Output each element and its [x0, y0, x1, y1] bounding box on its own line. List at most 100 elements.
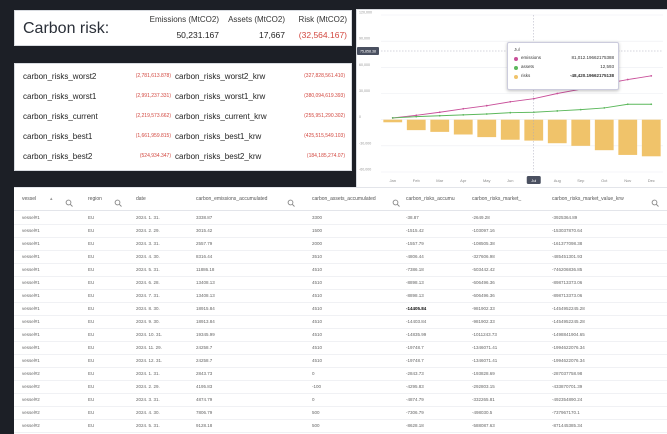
table-row[interactable]: vessel#2 EU 2024. 5. 31. 9128.18 500 -8628.18…: [14, 419, 667, 433]
assets-point: [579, 108, 582, 111]
table-cell: vessel#1: [22, 267, 40, 272]
table-cell: vessel#1: [22, 358, 40, 363]
table-cell: 4510: [312, 332, 323, 337]
table-header: vessel ▴ region date carbon_emissions_ac…: [14, 188, 667, 211]
table-cell: -606496.36: [472, 280, 495, 285]
search-icon[interactable]: [114, 194, 122, 207]
risk-bar: [594, 119, 614, 151]
table-cell: -898713373.06: [552, 280, 583, 285]
table-row[interactable]: vessel#2 EU 2024. 4. 30. 7806.79 500 -7306.79…: [14, 406, 667, 420]
table-cell: 4510: [312, 319, 323, 324]
table-row[interactable]: vessel#1 EU 2024. 6. 28. 13408.13 4510 -8898.…: [14, 276, 667, 290]
risk-krw-name: carbon_risks_worst2_krw: [175, 72, 266, 81]
assets-header: Assets (MtCO2): [228, 15, 285, 24]
carbon-chart-panel[interactable]: 120,000 90,000 60,000 30,000 0 -30,000 -60,000…: [356, 9, 667, 189]
tooltip-series-name: risks: [521, 73, 531, 78]
table-cell: 2024. 6. 28.: [136, 280, 160, 285]
table-cell: -485451301.93: [552, 254, 583, 259]
table-cell: -292803.15: [472, 384, 495, 389]
search-icon[interactable]: [287, 194, 295, 207]
column-header-date[interactable]: date: [136, 196, 146, 202]
table-cell: 2024. 3. 31.: [136, 397, 160, 402]
table-cell: 2024. 2. 29.: [136, 228, 160, 233]
y-tick-label: 120,000: [359, 11, 372, 15]
table-cell: -7306.79: [406, 410, 424, 415]
table-cell: 2024. 2. 29.: [136, 384, 160, 389]
risk-krw-value: (255,951,290.302): [304, 113, 345, 119]
table-cell: vessel#1: [22, 345, 40, 350]
table-cell: -14403.84: [406, 319, 427, 324]
search-icon[interactable]: [651, 194, 659, 207]
table-cell: 2024. 4. 30.: [136, 410, 160, 415]
y-tick-label: -60,000: [359, 168, 371, 172]
table-row[interactable]: vessel#1 EU 2024. 8. 30. 18915.84 4510 -14405…: [14, 302, 667, 316]
table-row[interactable]: vessel#1 EU 2024. 11. 29. 24258.7 4510 -19748…: [14, 341, 667, 355]
table-cell: 2024. 12. 31.: [136, 358, 163, 363]
table-row[interactable]: vessel#1 EU 2024. 10. 31. 19345.99 4510 -1483…: [14, 328, 667, 342]
table-cell: EU: [88, 384, 95, 389]
column-header-vessel[interactable]: vessel: [22, 196, 36, 202]
table-cell: 9128.18: [196, 423, 213, 428]
table-cell: EU: [88, 241, 95, 246]
tooltip-series-value: 12,593: [600, 64, 614, 69]
table-row[interactable]: vessel#2 EU 2024. 3. 31. 4874.79 0 -4874.79 -3…: [14, 393, 667, 407]
table-row[interactable]: vessel#1 EU 2024. 5. 31. 11886.18 4510 -7386.…: [14, 263, 667, 277]
table-cell: 13408.13: [196, 293, 215, 298]
table-row[interactable]: vessel#1 EU 2024. 9. 30. 18913.84 4510 -14403…: [14, 315, 667, 329]
column-header-risks[interactable]: carbon_risks_accumu: [406, 196, 455, 202]
risk-bar: [453, 119, 473, 135]
assets-swatch-icon: [514, 66, 518, 70]
table-row[interactable]: vessel#2 EU 2024. 1. 31. 2843.73 0 -2843.73 -1…: [14, 367, 667, 381]
sort-asc-icon[interactable]: ▴: [50, 196, 53, 202]
risk-value: (2,781,613.878): [135, 73, 171, 79]
tooltip-series-name: assets: [521, 64, 535, 69]
table-row[interactable]: vessel#1 EU 2024. 3. 31. 2557.79 2000 -1557.7…: [14, 237, 667, 251]
table-cell: -4295.83: [406, 384, 424, 389]
table-cell: -1994622076.34: [552, 345, 585, 350]
assets-line: [392, 103, 652, 119]
table-cell: vessel#1: [22, 215, 40, 220]
tooltip-row-emissions: emissions 81,012.19662175388: [514, 55, 614, 63]
table-cell: -108505.38: [472, 241, 495, 246]
x-tick-label: Oct: [601, 178, 608, 183]
table-cell: -1994622076.34: [552, 358, 585, 363]
search-icon[interactable]: [65, 194, 73, 207]
table-cell: 2024. 5. 31.: [136, 423, 160, 428]
table-cell: 2024. 1. 31.: [136, 215, 160, 220]
table-cell: -8898.13: [406, 293, 424, 298]
x-tick-label: Sep: [577, 178, 585, 183]
search-icon[interactable]: [392, 194, 400, 207]
table-cell: 2024. 10. 31.: [136, 332, 163, 337]
emissions-header: Emissions (MtCO2): [149, 15, 219, 24]
table-row[interactable]: vessel#1 EU 2024. 12. 31. 24258.7 4510 -19748…: [14, 354, 667, 368]
y-tick-label: 90,000: [359, 37, 370, 41]
table-cell: 4510: [312, 267, 323, 272]
table-cell: 2024. 1. 31.: [136, 371, 160, 376]
table-cell: EU: [88, 215, 95, 220]
table-cell: vessel#1: [22, 306, 40, 311]
column-header-risks-market[interactable]: carbon_risks_market_: [472, 196, 521, 202]
x-tick-label: Apr: [460, 178, 467, 183]
column-header-region[interactable]: region: [88, 196, 102, 202]
table-row[interactable]: vessel#1 EU 2024. 7. 31. 13408.13 4510 -8898.…: [14, 289, 667, 303]
table-cell: 2024. 5. 31.: [136, 267, 160, 272]
table-cell: vessel#1: [22, 254, 40, 259]
table-row[interactable]: vessel#1 EU 2024. 1. 31. 3338.87 3300 -38.87 -…: [14, 211, 667, 225]
risk-krw-value: (184,185,274.07): [306, 153, 345, 159]
column-header-emissions[interactable]: carbon_emissions_accumulated: [196, 196, 267, 202]
table-row[interactable]: vessel#2 EU 2024. 2. 29. 4195.83 -100 -4295.8…: [14, 380, 667, 394]
table-cell: 7806.79: [196, 410, 213, 415]
column-header-risks-market-krw[interactable]: carbon_risks_market_value_krw: [552, 196, 624, 202]
carbon-chart[interactable]: 120,000 90,000 60,000 30,000 0 -30,000 -60,000…: [357, 10, 667, 188]
table-cell: -4806.44: [406, 254, 424, 259]
x-tick-label: May: [483, 178, 491, 183]
table-cell: vessel#2: [22, 371, 40, 376]
risk-bar: [383, 119, 403, 123]
table-cell: -332265.81: [472, 397, 495, 402]
table-row[interactable]: vessel#1 EU 2024. 4. 30. 8316.44 3510 -4806.4…: [14, 250, 667, 264]
table-row[interactable]: vessel#1 EU 2024. 2. 29. 3015.42 1500 -1515.4…: [14, 224, 667, 238]
column-header-assets[interactable]: carbon_assets_accumulated: [312, 196, 376, 202]
tooltip-series-name: emissions: [521, 55, 542, 60]
risk-value: (2,219,573.662): [135, 113, 171, 119]
tooltip-row-assets: assets 12,593: [514, 64, 614, 72]
